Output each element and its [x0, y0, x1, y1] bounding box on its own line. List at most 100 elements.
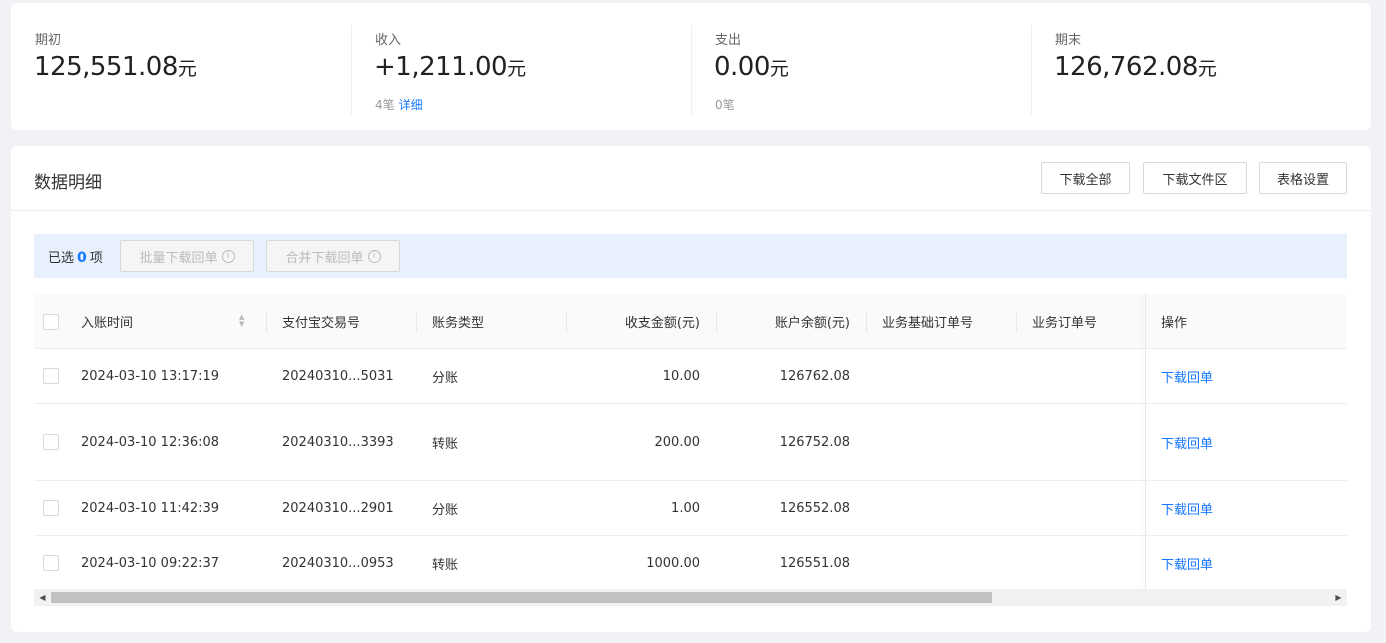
cell-trade-no: 20240310...3393 — [282, 434, 394, 450]
income-detail-link[interactable]: 详细 — [399, 98, 423, 112]
table-header: 入账时间 ▲ ▼ 支付宝交易号 账务类型 收支金额(元) 账户余额(元) 业务基础… — [34, 294, 1347, 349]
col-order: 业务订单号 — [1032, 316, 1098, 331]
cell-balance: 126551.08 — [779, 555, 850, 571]
stat-count: 0笔 — [715, 98, 735, 112]
table-row: 2024-03-10 11:42:39 20240310...2901 分账 1… — [34, 481, 1347, 536]
stat-label: 支出 — [715, 33, 742, 48]
stat-opening: 期初 125,551.08元 — [11, 25, 351, 115]
scroll-right-icon[interactable]: ▶ — [1330, 589, 1347, 606]
selection-suffix: 项 — [89, 251, 103, 266]
stat-sub: 4笔 详细 — [375, 96, 423, 113]
stat-label: 期末 — [1055, 33, 1082, 48]
selection-prefix: 已选 — [48, 251, 75, 266]
divider — [691, 25, 692, 115]
cell-time: 2024-03-10 12:36:08 — [81, 434, 220, 450]
cell-trade-no: 20240310...0953 — [282, 555, 394, 571]
scroll-left-icon[interactable]: ◀ — [34, 589, 51, 606]
col-time[interactable]: 入账时间 — [81, 294, 251, 349]
column-divider — [866, 311, 867, 333]
cell-amount: 200.00 — [654, 434, 701, 450]
summary-card: 期初 125,551.08元 收入 +1,211.00元 4笔 详细 支出 0.0… — [11, 3, 1371, 130]
table-row: 2024-03-10 13:17:19 20240310...5031 分账 1… — [34, 349, 1347, 404]
row-select-cell — [43, 536, 59, 590]
download-receipt-link[interactable]: 下载回单 — [1161, 349, 1213, 403]
col-balance: 账户余额(元) — [774, 316, 850, 331]
cell-time: 2024-03-10 13:17:19 — [81, 368, 220, 384]
col-trade-no: 支付宝交易号 — [282, 316, 361, 331]
cell-time: 2024-03-10 11:42:39 — [81, 500, 220, 516]
cell-amount: 1000.00 — [646, 555, 700, 571]
scrollbar-thumb[interactable] — [51, 592, 992, 603]
stat-unit: 元 — [1197, 58, 1217, 80]
info-icon: i — [367, 249, 381, 263]
data-table: 入账时间 ▲ ▼ 支付宝交易号 账务类型 收支金额(元) 账户余额(元) 业务基础… — [34, 294, 1347, 591]
batch-download-button[interactable]: 批量下载回单 i — [120, 240, 254, 272]
table-row: 2024-03-10 12:36:08 20240310...3393 转账 2… — [34, 404, 1347, 481]
stat-expense: 支出 0.00元 0笔 — [691, 25, 1031, 115]
stat-sub: 0笔 — [715, 96, 735, 113]
stat-value: 0.00元 — [714, 52, 789, 82]
stat-unit: 元 — [177, 58, 197, 80]
col-base-order: 业务基础订单号 — [882, 316, 974, 331]
selection-count-text: 已选 0 项 — [48, 247, 103, 266]
select-all-checkbox[interactable] — [43, 313, 59, 330]
info-icon: i — [221, 249, 235, 263]
row-select-cell — [43, 404, 59, 480]
fixed-column-divider — [1145, 294, 1146, 591]
divider — [351, 25, 352, 115]
row-select-cell — [43, 481, 59, 535]
merge-download-label: 合并下载回单 — [285, 250, 364, 266]
cell-time: 2024-03-10 09:22:37 — [81, 555, 220, 571]
row-checkbox[interactable] — [43, 434, 59, 450]
stat-label: 期初 — [35, 33, 62, 48]
stat-unit: 元 — [507, 58, 526, 80]
row-checkbox[interactable] — [43, 368, 59, 384]
selection-bar: 已选 0 项 批量下载回单 i 合并下载回单 i — [34, 234, 1347, 278]
stat-count: 4笔 — [375, 98, 395, 112]
col-amount: 收支金额(元) — [624, 316, 700, 331]
row-select-cell — [43, 349, 59, 403]
stat-number: 0.00 — [714, 52, 770, 82]
column-divider — [266, 311, 267, 333]
cell-balance: 126762.08 — [779, 368, 850, 384]
stat-number: 126,762.08 — [1054, 52, 1198, 82]
cell-type: 转账 — [432, 557, 459, 573]
download-area-button[interactable]: 下载文件区 — [1143, 162, 1247, 194]
divider — [11, 210, 1371, 211]
selection-count: 0 — [77, 250, 87, 266]
stat-value: +1,211.00元 — [374, 52, 526, 82]
table-row: 2024-03-10 09:22:37 20240310...0953 转账 1… — [34, 536, 1347, 591]
row-checkbox[interactable] — [43, 500, 59, 516]
stat-value: 126,762.08元 — [1054, 52, 1217, 82]
batch-download-label: 批量下载回单 — [139, 250, 218, 266]
col-time-label: 入账时间 — [81, 316, 134, 331]
download-all-button[interactable]: 下载全部 — [1041, 162, 1130, 194]
cell-balance: 126752.08 — [779, 434, 850, 450]
horizontal-scrollbar[interactable]: ◀ ▶ — [34, 589, 1347, 606]
merge-download-button[interactable]: 合并下载回单 i — [266, 240, 400, 272]
stat-income: 收入 +1,211.00元 4笔 详细 — [351, 25, 691, 115]
stat-unit: 元 — [769, 58, 789, 80]
column-divider — [416, 311, 417, 333]
table-settings-button[interactable]: 表格设置 — [1259, 162, 1347, 194]
select-all-cell — [43, 294, 59, 349]
cell-trade-no: 20240310...2901 — [282, 500, 394, 516]
download-receipt-link[interactable]: 下载回单 — [1161, 481, 1213, 535]
divider — [1031, 25, 1032, 115]
download-receipt-link[interactable]: 下载回单 — [1161, 536, 1213, 590]
col-type: 账务类型 — [432, 316, 485, 331]
download-receipt-link[interactable]: 下载回单 — [1161, 404, 1213, 480]
column-divider — [1016, 311, 1017, 333]
stat-label: 收入 — [375, 33, 402, 48]
cell-type: 分账 — [432, 370, 459, 386]
stat-number: 125,551.08 — [34, 52, 178, 82]
row-checkbox[interactable] — [43, 555, 59, 571]
cell-type: 转账 — [432, 436, 459, 452]
cell-amount: 1.00 — [671, 500, 700, 516]
detail-card: 数据明细 下载全部 下载文件区 表格设置 已选 0 项 批量下载回单 i 合并下载回… — [11, 146, 1371, 632]
cell-balance: 126552.08 — [779, 500, 850, 516]
stat-closing: 期末 126,762.08元 — [1031, 25, 1371, 115]
sort-icon[interactable]: ▲ ▼ — [239, 314, 244, 328]
stat-value: 125,551.08元 — [34, 52, 197, 82]
col-action: 操作 — [1161, 316, 1188, 331]
